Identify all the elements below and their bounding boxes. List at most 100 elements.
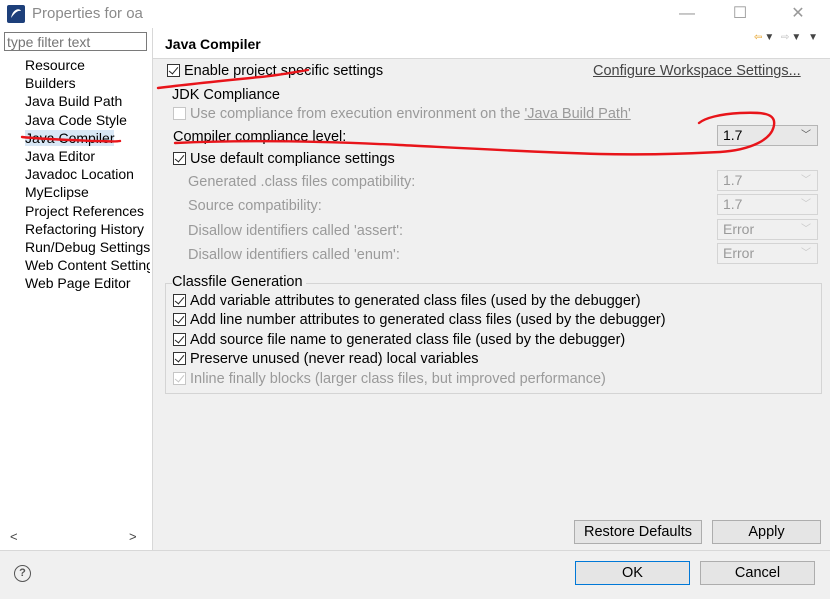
navigation-icons: ⇦▼ ⇨▼ ▼	[754, 32, 820, 43]
ok-button[interactable]: OK	[575, 561, 690, 585]
tree-item-label: Web Content Settings	[25, 257, 150, 274]
compliance-level-value: 1.7	[723, 127, 743, 143]
cancel-button[interactable]: Cancel	[700, 561, 815, 585]
tree-item-label: Refactoring History	[25, 220, 145, 237]
checkbox-icon[interactable]	[173, 371, 186, 385]
classfile-option-label: Inline finally blocks (larger class file…	[190, 370, 606, 387]
chevron-down-icon: ﹀	[801, 199, 811, 210]
page-header: Java Compiler ⇦▼ ⇨▼ ▼	[153, 28, 830, 59]
use-default-label: Use default compliance settings	[190, 151, 395, 167]
tree-item[interactable]: MyEclipse	[25, 183, 150, 201]
tree-item[interactable]: Web Content Settings	[25, 256, 150, 274]
forward-menu-icon[interactable]: ▼	[791, 32, 803, 43]
chevron-down-icon: ﹀	[801, 175, 811, 186]
tree-item-label: Javadoc Location	[25, 166, 134, 183]
classfile-option-checkbox[interactable]: Inline finally blocks (larger class file…	[173, 371, 606, 387]
classfile-option-checkbox[interactable]: Add source file name to generated class …	[173, 332, 625, 348]
chevron-down-icon: ﹀	[801, 248, 811, 259]
horizontal-scrollbar[interactable]: < >	[4, 529, 147, 546]
help-icon[interactable]: ?	[14, 565, 31, 582]
tree-item[interactable]: Javadoc Location	[25, 165, 150, 183]
window-title: Properties for oa	[32, 5, 143, 22]
scroll-left-icon[interactable]: <	[10, 529, 18, 544]
use-default-compliance-checkbox[interactable]: Use default compliance settings	[173, 151, 395, 167]
disallow-assert-label: Disallow identifiers called 'assert':	[188, 223, 404, 239]
maximize-button[interactable]: ☐	[725, 2, 755, 26]
filter-input[interactable]	[4, 32, 147, 51]
tree-item[interactable]: Java Editor	[25, 147, 150, 165]
checkbox-icon[interactable]	[173, 294, 186, 307]
enable-project-specific-label: Enable project specific settings	[184, 63, 384, 79]
view-menu-icon[interactable]: ▼	[808, 32, 820, 43]
forward-arrow-icon[interactable]: ⇨	[781, 32, 791, 43]
tree-item[interactable]: Web Page Editor	[25, 274, 150, 292]
chevron-down-icon: ﹀	[801, 224, 811, 235]
checkbox-icon[interactable]	[167, 64, 180, 77]
apply-button[interactable]: Apply	[712, 520, 821, 544]
tree-item[interactable]: Project References	[25, 202, 150, 220]
classfile-option-label: Add source file name to generated class …	[190, 331, 626, 348]
chevron-down-icon: ﹀	[801, 130, 811, 141]
disallow-enum-label: Disallow identifiers called 'enum':	[188, 247, 400, 263]
classfile-option-checkbox[interactable]: Add line number attributes to generated …	[173, 312, 666, 328]
tree-item[interactable]: Builders	[25, 74, 150, 92]
generated-class-files-label: Generated .class files compatibility:	[188, 174, 416, 190]
title-bar: Properties for oa — ☐ ✕	[0, 0, 830, 28]
use-compliance-label: Use compliance from execution environmen…	[190, 106, 525, 122]
back-arrow-icon[interactable]: ⇦	[754, 32, 764, 43]
close-button[interactable]: ✕	[783, 2, 813, 26]
tree-item-label: Resource	[25, 57, 85, 73]
source-compatibility-select[interactable]: 1.7 ﹀	[717, 194, 818, 215]
property-page-tree: Resource BuildersJava Build PathJava Code…	[0, 28, 153, 550]
checkbox-icon[interactable]	[173, 332, 186, 346]
enable-project-specific-checkbox[interactable]: Enable project specific settings	[167, 63, 383, 79]
classfile-option-checkbox[interactable]: Add variable attributes to generated cla…	[173, 293, 641, 309]
classfile-option-label: Preserve unused (never read) local varia…	[190, 351, 479, 368]
minimize-button[interactable]: —	[672, 2, 702, 26]
tree-item[interactable]: Refactoring History	[25, 220, 150, 238]
tree-item-label: Java Compiler	[25, 129, 115, 146]
main-panel: Java Compiler ⇦▼ ⇨▼ ▼ Enable project spe…	[153, 28, 830, 550]
tree-list: Resource Builders Java Build Path Java Code…	[25, 56, 150, 292]
generated-class-files-select[interactable]: 1.7 ﹀	[717, 170, 818, 191]
dialog-button-bar: ? OK Cancel	[0, 550, 830, 599]
jdk-compliance-group-label: JDK Compliance	[172, 87, 280, 103]
classfile-option-label: Add variable attributes to generated cla…	[190, 293, 641, 309]
tree-item-label: Project References	[25, 202, 145, 219]
tree-item[interactable]: Resource	[25, 56, 150, 74]
checkbox-icon[interactable]	[173, 352, 186, 366]
tree-item[interactable]: Java Compiler	[25, 129, 150, 147]
page-title: Java Compiler	[165, 36, 261, 52]
disallow-enum-select[interactable]: Error ﹀	[717, 243, 818, 264]
tree-item[interactable]: Run/Debug Settings	[25, 238, 150, 256]
java-build-path-link[interactable]: 'Java Build Path'	[524, 106, 630, 122]
disallow-assert-select[interactable]: Error ﹀	[717, 219, 818, 240]
scroll-right-icon[interactable]: >	[129, 529, 137, 544]
tree-item-label: Web Page Editor	[25, 275, 131, 292]
tree-item-label: MyEclipse	[25, 184, 89, 201]
compliance-level-label: Compiler compliance level:	[173, 129, 347, 145]
generated-class-files-value: 1.7	[723, 172, 743, 188]
configure-workspace-link[interactable]: Configure Workspace Settings...	[593, 63, 801, 79]
compliance-level-select[interactable]: 1.7 ﹀	[717, 125, 818, 146]
source-compatibility-label: Source compatibility:	[188, 198, 322, 214]
tree-item[interactable]: Java Build Path	[25, 92, 150, 110]
tree-item-label: Java Editor	[25, 147, 96, 164]
myeclipse-icon	[7, 5, 25, 23]
classfile-option-checkbox[interactable]: Preserve unused (never read) local varia…	[173, 351, 479, 367]
disallow-assert-value: Error	[723, 221, 755, 237]
disallow-enum-value: Error	[723, 245, 755, 261]
restore-defaults-button[interactable]: Restore Defaults	[574, 520, 702, 544]
checkbox-icon[interactable]	[173, 107, 186, 120]
checkbox-icon[interactable]	[173, 313, 186, 327]
use-compliance-from-ee-checkbox[interactable]: Use compliance from execution environmen…	[173, 106, 631, 122]
classfile-option-label: Add line number attributes to generated …	[190, 312, 666, 329]
tree-item-label: Builders	[25, 75, 76, 92]
back-menu-icon[interactable]: ▼	[764, 32, 776, 43]
tree-item-label: Java Code Style	[25, 111, 127, 128]
tree-item[interactable]: Java Code Style	[25, 111, 150, 129]
tree-item-label: Run/Debug Settings	[25, 238, 150, 255]
classfile-generation-group-label: Classfile Generation	[172, 274, 306, 290]
tree-item-label: Java Build Path	[25, 93, 123, 110]
checkbox-icon[interactable]	[173, 152, 186, 165]
